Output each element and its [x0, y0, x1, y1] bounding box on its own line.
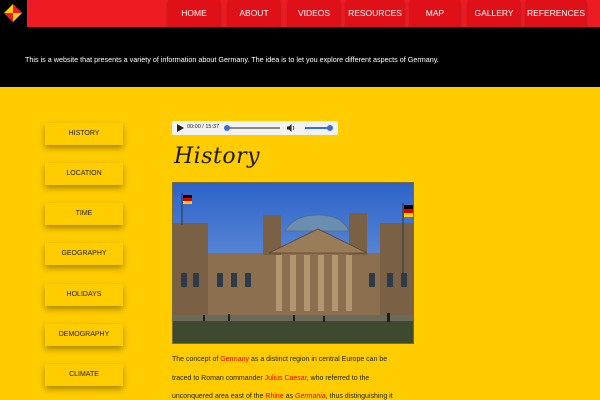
sidebar-item-location[interactable]: LOCATION — [45, 163, 123, 185]
play-icon[interactable] — [176, 124, 184, 132]
para-text: as — [283, 393, 295, 400]
audio-player: 00:00 / 15:37 — [172, 121, 338, 135]
sidebar-item-geography[interactable]: GEOGRAPHY — [45, 243, 123, 265]
link-rhine[interactable]: Rhine — [265, 393, 283, 400]
link-julius-caesar[interactable]: Julius Caesar — [265, 375, 307, 382]
para-text: unconquered area east of the — [172, 393, 266, 400]
reichstag-photo — [172, 182, 414, 344]
sidebar-item-demography[interactable]: DEMOGRAPHY — [45, 324, 123, 346]
link-germany[interactable]: Germany — [220, 356, 249, 363]
sidebar-item-holidays[interactable]: HOLIDAYS — [45, 284, 123, 306]
nav-about[interactable]: ABOUT — [228, 0, 280, 27]
history-paragraph-line-2: traced to Roman commander Julius Caesar,… — [172, 375, 412, 382]
volume-icon[interactable] — [287, 124, 296, 132]
nav-videos[interactable]: VIDEOS — [288, 0, 340, 27]
link-germania[interactable]: Germania — [295, 393, 326, 400]
top-nav-bar: HOME ABOUT VIDEOS RESOURCES MAP GALLERY … — [0, 0, 600, 27]
para-text: as a distinct region in central Europe c… — [249, 356, 388, 363]
audio-time: 00:00 / 15:37 — [187, 124, 220, 130]
intro-text: This is a website that presents a variet… — [25, 55, 439, 64]
volume-slider[interactable] — [305, 125, 333, 131]
site-logo[interactable] — [0, 0, 27, 27]
page-title: History — [174, 144, 261, 169]
para-text: , who referred to the — [306, 375, 370, 382]
nav-home[interactable]: HOME — [168, 0, 220, 27]
audio-progress-knob[interactable] — [224, 125, 230, 131]
sidebar-item-history[interactable]: HISTORY — [45, 123, 123, 145]
history-paragraph-line-3: unconquered area east of the Rhine as Ge… — [172, 393, 412, 400]
nav-map[interactable]: MAP — [410, 0, 460, 27]
nav-resources[interactable]: RESOURCES — [346, 0, 404, 27]
history-paragraph-line-1: The concept of Germany as a distinct reg… — [172, 356, 412, 363]
para-text: traced to Roman commander — [172, 375, 265, 382]
sidebar-item-time[interactable]: TIME — [45, 203, 123, 225]
sidebar-item-climate[interactable]: CLIMATE — [45, 364, 123, 386]
audio-progress-track[interactable] — [224, 125, 280, 131]
volume-knob[interactable] — [327, 125, 333, 131]
para-text: The concept of — [172, 356, 221, 363]
nav-references[interactable]: REFERENCES — [526, 0, 586, 27]
nav-gallery[interactable]: GALLERY — [468, 0, 520, 27]
para-text: , thus distinguishing it — [325, 393, 393, 400]
